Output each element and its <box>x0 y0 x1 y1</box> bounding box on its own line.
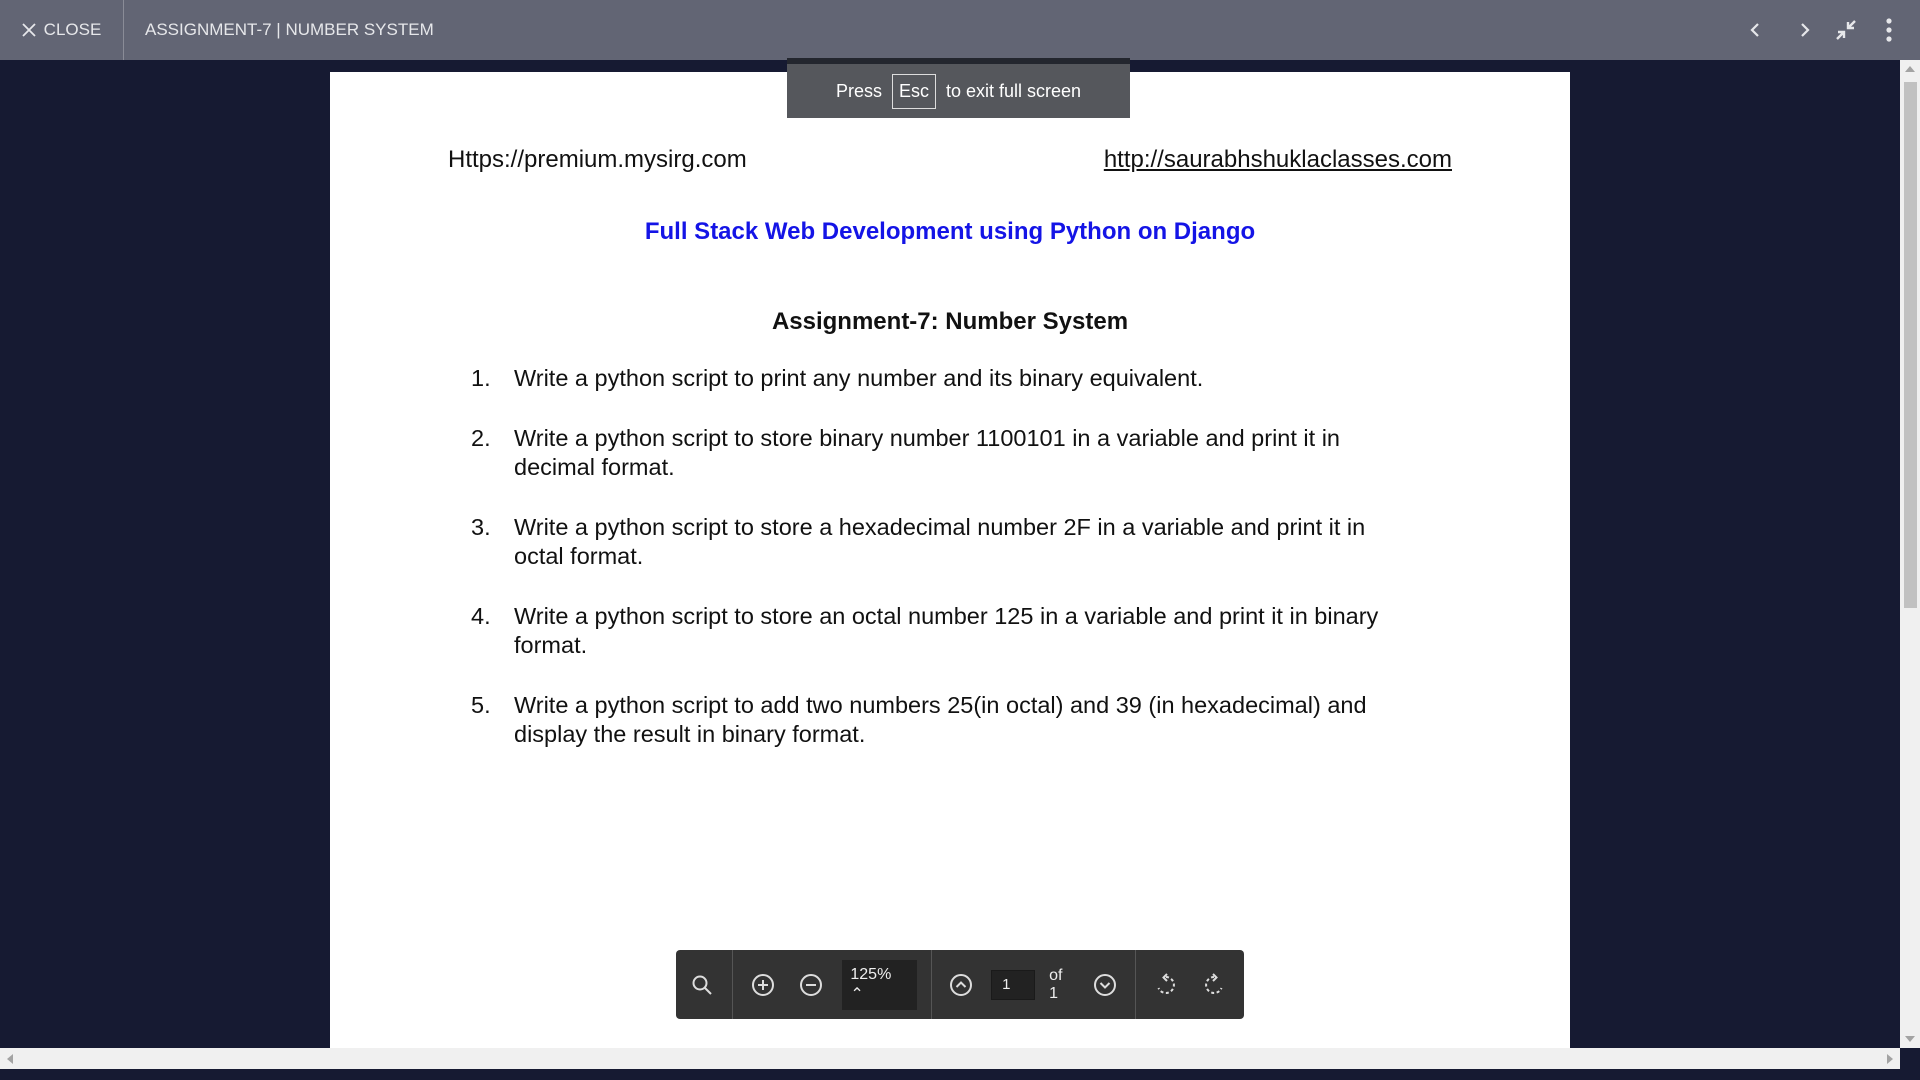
item-text: Write a python script to add two numbers… <box>514 692 1367 747</box>
esc-key: Esc <box>891 73 936 109</box>
item-text: Write a python script to print any numbe… <box>514 365 1204 391</box>
scroll-left-icon[interactable] <box>7 1054 13 1064</box>
horizontal-scrollbar[interactable] <box>0 1048 1900 1069</box>
fullscreen-toast: Press Esc to exit full screen <box>787 58 1130 118</box>
scrollbar-thumb[interactable] <box>1904 82 1917 608</box>
header-left-url: Https://premium.mysirg.com <box>448 146 747 173</box>
top-bar: CLOSE ASSIGNMENT-7 | NUMBER SYSTEM <box>0 0 1920 60</box>
list-item: 1. Write a python script to print any num… <box>471 364 1391 393</box>
scroll-right-icon[interactable] <box>1887 1054 1893 1064</box>
course-title: Full Stack Web Development using Python … <box>644 218 1256 245</box>
page-number-input[interactable] <box>991 969 1036 1000</box>
list-item: 5. Write a python script to add two numbe… <box>471 691 1391 749</box>
vertical-scrollbar[interactable] <box>1900 60 1920 1048</box>
item-number: 1. <box>471 365 491 391</box>
item-text: Write a python script to store a hexadec… <box>514 514 1366 569</box>
item-number: 4. <box>471 603 491 629</box>
zoom-level: 125% <box>850 965 892 983</box>
close-button[interactable]: CLOSE <box>0 0 124 60</box>
item-number: 5. <box>471 692 491 718</box>
scroll-up-icon[interactable] <box>1905 66 1915 72</box>
pdf-toolbar: 125% ⌃ of 1 <box>676 950 1244 1019</box>
scroll-down-icon[interactable] <box>1905 1036 1915 1042</box>
item-text: Write a python script to store binary nu… <box>514 425 1340 480</box>
pdf-page: Https://premium.mysirg.com http://saurab… <box>330 72 1570 1048</box>
next-page-icon[interactable] <box>1089 969 1121 1001</box>
zoom-out-icon[interactable] <box>795 969 827 1001</box>
item-number: 2. <box>471 425 491 451</box>
exit-fullscreen-icon[interactable] <box>1830 14 1862 46</box>
search-icon[interactable] <box>686 969 718 1001</box>
question-list: 1. Write a python script to print any num… <box>471 364 1391 780</box>
previous-page-icon[interactable] <box>946 969 978 1001</box>
assignment-title: Assignment-7: Number System <box>771 308 1129 335</box>
list-item: 3. Write a python script to store a hexad… <box>471 513 1391 571</box>
zoom-level-select[interactable]: 125% ⌃ <box>842 959 917 1010</box>
more-vertical-icon[interactable] <box>1873 14 1905 46</box>
rotate-clockwise-icon[interactable] <box>1198 969 1230 1001</box>
chevron-right-icon[interactable] <box>1789 14 1821 46</box>
page-count: of 1 <box>1049 966 1063 1002</box>
close-label: CLOSE <box>43 20 102 39</box>
item-text: Write a python script to store an octal … <box>514 603 1379 658</box>
chevron-left-icon[interactable] <box>1739 14 1771 46</box>
list-item: 4. Write a python script to store an octa… <box>471 602 1391 660</box>
close-icon <box>22 23 36 37</box>
toast-rest: to exit full screen <box>945 80 1082 101</box>
toast-press: Press <box>835 80 882 101</box>
zoom-in-icon[interactable] <box>747 969 779 1001</box>
chevron-up-icon: ⌃ <box>850 985 864 1003</box>
document-title: ASSIGNMENT-7 | NUMBER SYSTEM <box>145 20 434 39</box>
header-right-link[interactable]: http://saurabhshuklaclasses.com <box>1104 146 1452 174</box>
rotate-counterclockwise-icon[interactable] <box>1150 969 1182 1001</box>
list-item: 2. Write a python script to store binary … <box>471 424 1391 482</box>
item-number: 3. <box>471 514 491 540</box>
